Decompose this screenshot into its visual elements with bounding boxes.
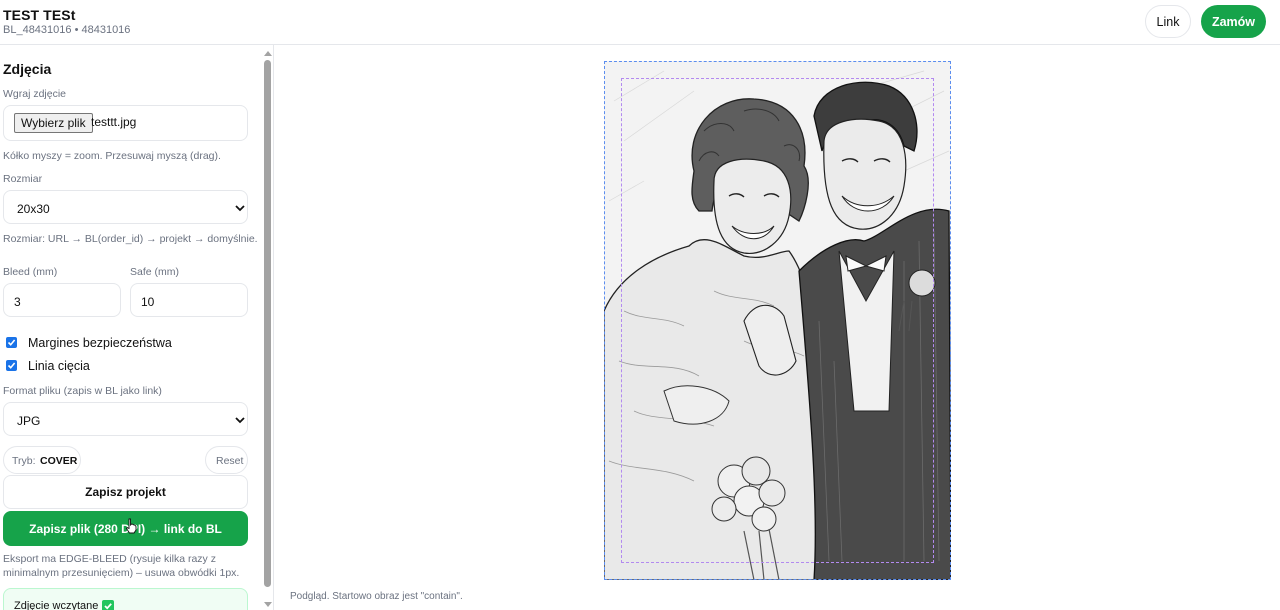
safe-input[interactable]: 10 <box>130 283 248 317</box>
file-name: testtt.jpg <box>91 115 137 129</box>
scroll-up-icon[interactable] <box>264 50 272 56</box>
bleed-input[interactable]: 3 <box>3 283 121 317</box>
cut-line-checkbox[interactable] <box>6 360 17 371</box>
status-line: Zdjęcie wczytane <box>14 600 115 610</box>
cut-line-label: Linia cięcia <box>28 359 90 373</box>
page-title: TEST TESt <box>3 7 76 23</box>
chevron-down-icon <box>235 205 245 212</box>
photo-sketch <box>604 61 951 580</box>
bleed-label: Bleed (mm) <box>3 266 58 278</box>
sidebar-panel: Zdjęcia Wgraj zdjęcie Wybierz plik testt… <box>0 45 274 610</box>
check-icon <box>102 600 115 610</box>
status-text: Zdjęcie wczytane <box>14 600 99 610</box>
safe-margin-checkbox[interactable] <box>6 337 17 348</box>
reset-label: Reset <box>216 455 244 467</box>
mode-value: COVER <box>40 455 78 467</box>
size-hint: Rozmiar: URL → BL(order_id) → projekt → … <box>3 233 258 245</box>
save-project-button[interactable]: Zapisz projekt <box>3 475 248 509</box>
size-label: Rozmiar <box>3 173 43 185</box>
preview-note: Podgląd. Startowo obraz jest "contain". <box>290 591 463 602</box>
export-hint: Eksport ma EDGE-BLEED (rysuje kilka razy… <box>3 553 240 579</box>
safe-label: Safe (mm) <box>130 266 180 278</box>
safe-margin-label: Margines bezpieczeństwa <box>28 336 172 350</box>
top-bar: TEST TESt BL_48431016 • 48431016 Link Za… <box>0 0 1280 45</box>
file-upload-field[interactable]: Wybierz plik testtt.jpg <box>3 105 248 141</box>
check-icon <box>7 339 16 346</box>
format-select-value: JPG <box>17 414 41 428</box>
upload-label: Wgraj zdjęcie <box>3 88 67 100</box>
upload-hint: Kółko myszy = zoom. Przesuwaj myszą (dra… <box>3 150 221 162</box>
section-title: Zdjęcia <box>3 61 52 77</box>
safe-input-value: 10 <box>141 295 155 309</box>
chevron-down-icon <box>235 417 245 424</box>
format-select[interactable]: JPG <box>3 402 248 436</box>
scrollbar-thumb[interactable] <box>264 60 271 587</box>
reset-button[interactable]: Reset <box>205 446 248 474</box>
size-select-value: 20x30 <box>17 202 50 216</box>
format-label: Format pliku (zapis w BL jako link) <box>3 385 162 397</box>
scroll-down-icon[interactable] <box>264 602 272 608</box>
order-id: BL_48431016 • 48431016 <box>3 24 131 36</box>
link-button[interactable]: Link <box>1145 5 1191 38</box>
mode-key: Tryb: <box>12 455 36 467</box>
preview-canvas[interactable] <box>604 61 951 580</box>
choose-file-button[interactable]: Wybierz plik <box>14 113 93 133</box>
size-select[interactable]: 20x30 <box>3 190 248 224</box>
order-button[interactable]: Zamów <box>1201 5 1266 38</box>
check-icon <box>7 362 16 369</box>
pointer-cursor-icon <box>125 518 137 534</box>
mode-toggle[interactable]: Tryb: COVER <box>3 446 81 474</box>
bleed-input-value: 3 <box>14 295 21 309</box>
status-box: Zdjęcie wczytane <box>3 588 248 610</box>
